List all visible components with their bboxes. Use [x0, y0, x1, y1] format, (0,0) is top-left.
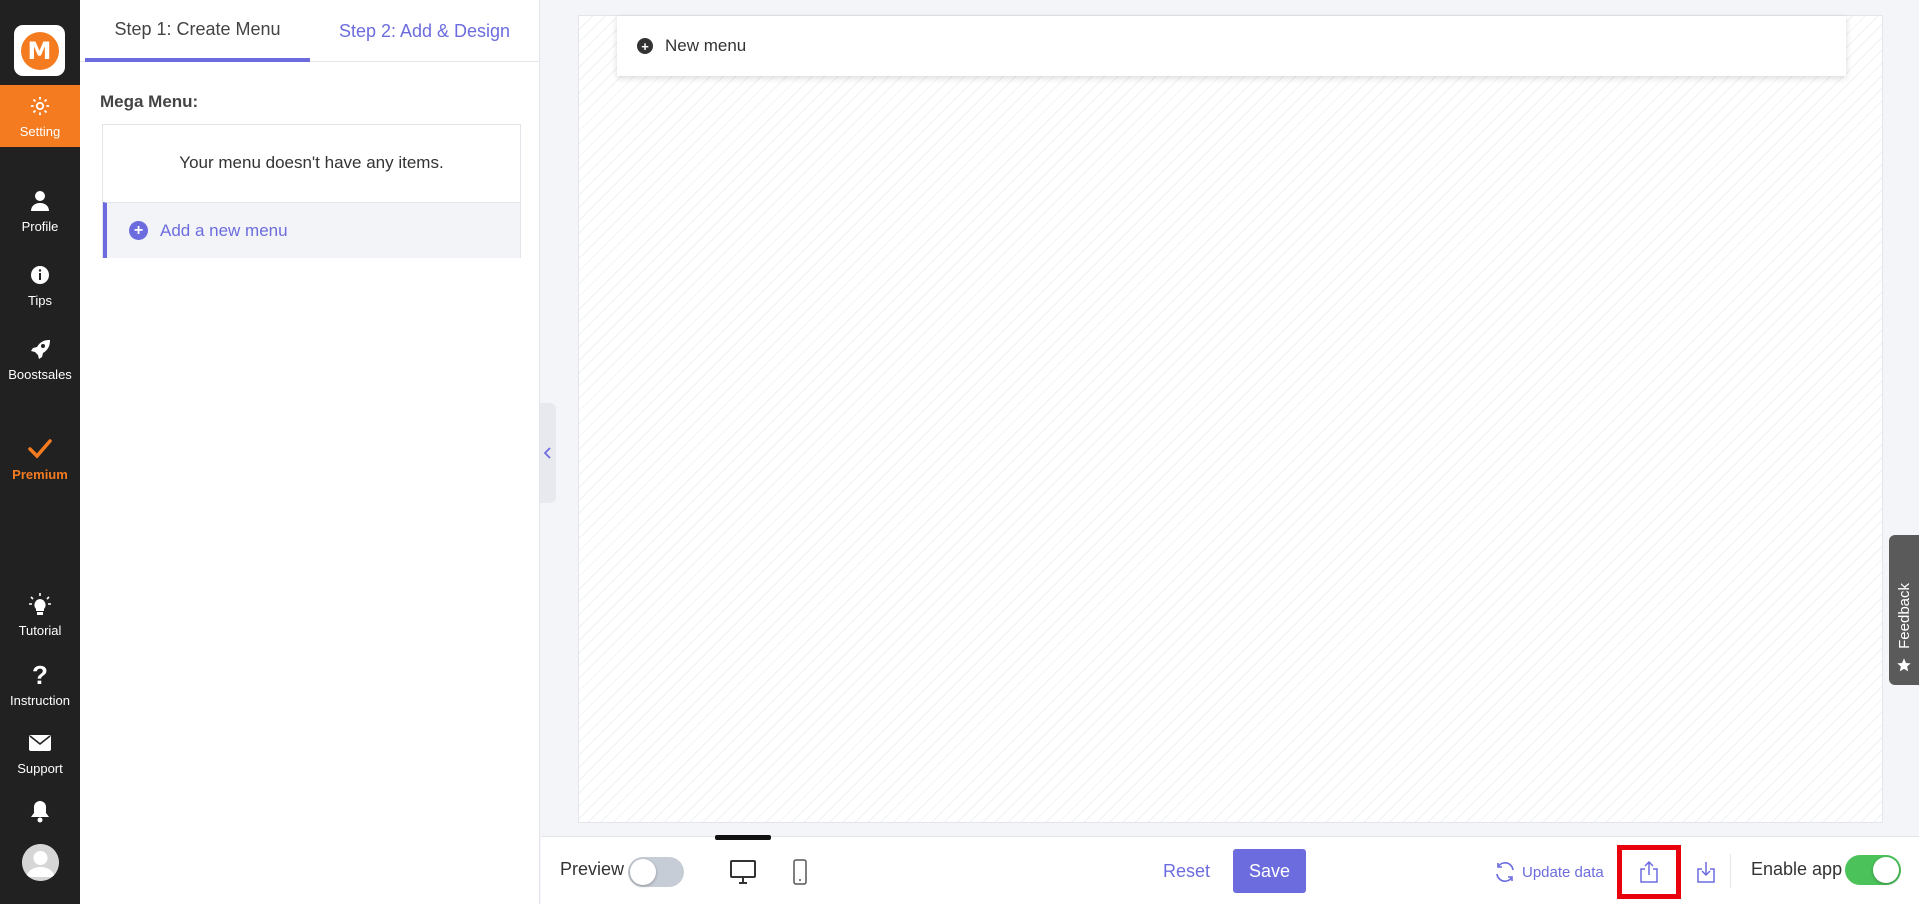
import-button[interactable] — [1693, 859, 1719, 885]
user-icon — [27, 188, 53, 214]
new-menu-bar[interactable]: + New menu — [617, 16, 1846, 76]
info-icon — [27, 262, 53, 288]
main-sidebar: M Setting Profile Tips Boostsales Premiu… — [0, 0, 80, 904]
sidebar-item-label: Tips — [27, 293, 53, 308]
reset-button[interactable]: Reset — [1163, 861, 1210, 882]
enable-app-label: Enable app — [1751, 859, 1843, 879]
sidebar-item-label: Support — [17, 761, 63, 776]
menu-list-box: Your menu doesn't have any items. + Add … — [102, 124, 521, 258]
notifications-button[interactable] — [0, 798, 80, 829]
update-data-label: Update data — [1522, 863, 1604, 881]
bell-icon — [27, 798, 53, 824]
lightbulb-icon — [27, 592, 53, 618]
sidebar-item-label: Setting — [19, 124, 61, 139]
add-new-menu-label: Add a new menu — [160, 220, 288, 240]
sidebar-item-premium[interactable]: Premium — [0, 436, 80, 482]
sidebar-item-tutorial[interactable]: Tutorial — [0, 592, 80, 638]
preview-canvas: + New menu — [578, 15, 1883, 823]
step-tabs: Step 1: Create Menu Step 2: Add & Design — [80, 0, 540, 62]
mobile-icon — [793, 859, 807, 885]
collapse-panel-handle[interactable] — [540, 403, 556, 503]
app-logo[interactable]: M — [14, 25, 65, 76]
chevron-left-icon — [544, 447, 551, 459]
plus-circle-icon: + — [129, 221, 148, 240]
feedback-label: Feedback — [1895, 583, 1913, 649]
export-icon — [1640, 861, 1658, 883]
menu-panel: Step 1: Create Menu Step 2: Add & Design… — [80, 0, 540, 904]
toggle-knob — [1873, 857, 1899, 883]
preview-toggle[interactable] — [628, 857, 684, 887]
sidebar-item-tips[interactable]: Tips — [0, 262, 80, 308]
tab-add-design[interactable]: Step 2: Add & Design — [312, 0, 537, 62]
toggle-knob — [630, 859, 656, 885]
export-button[interactable] — [1617, 845, 1681, 899]
sidebar-item-profile[interactable]: Profile — [0, 188, 80, 234]
logo-mark: M — [20, 31, 59, 70]
desktop-view-button[interactable] — [728, 857, 758, 887]
sidebar-item-setting[interactable]: Setting — [0, 85, 80, 147]
feedback-tab[interactable]: Feedback — [1889, 535, 1919, 685]
sidebar-item-boostsales[interactable]: Boostsales — [0, 336, 80, 382]
star-icon — [1897, 658, 1911, 672]
import-icon — [1697, 862, 1715, 883]
new-menu-label: New menu — [665, 36, 747, 55]
update-data-button[interactable]: Update data — [1493, 861, 1604, 883]
desktop-icon — [730, 860, 756, 884]
avatar-icon — [22, 844, 59, 881]
preview-label: Preview — [560, 859, 625, 879]
sidebar-item-instruction[interactable]: ? Instruction — [0, 659, 80, 709]
refresh-icon — [1493, 861, 1517, 883]
sidebar-item-label: Tutorial — [18, 623, 62, 638]
plus-circle-icon: + — [637, 38, 653, 54]
user-avatar[interactable] — [22, 844, 59, 881]
question-icon: ? — [32, 659, 48, 690]
add-new-menu-button[interactable]: + Add a new menu — [103, 202, 520, 258]
mobile-view-button[interactable] — [785, 857, 815, 887]
toolbar-divider — [1730, 854, 1731, 888]
bottom-toolbar: Preview Reset Save Update data Enable ap… — [541, 835, 1919, 904]
sidebar-item-label: Instruction — [10, 693, 70, 708]
tab-create-menu[interactable]: Step 1: Create Menu — [85, 0, 310, 62]
enable-app-toggle[interactable] — [1845, 855, 1901, 885]
sidebar-item-label: Boostsales — [8, 367, 72, 382]
empty-menu-message: Your menu doesn't have any items. — [179, 153, 444, 172]
checkmark-icon — [27, 436, 53, 462]
mega-menu-label: Mega Menu: — [100, 92, 199, 111]
gear-icon — [27, 93, 53, 119]
sidebar-item-support[interactable]: Support — [0, 730, 80, 776]
device-selected-indicator — [715, 835, 771, 840]
sidebar-item-label: Profile — [21, 219, 59, 234]
sidebar-item-label: Premium — [12, 467, 68, 482]
rocket-icon — [27, 336, 53, 362]
save-button[interactable]: Save — [1233, 849, 1306, 893]
envelope-icon — [27, 730, 53, 756]
